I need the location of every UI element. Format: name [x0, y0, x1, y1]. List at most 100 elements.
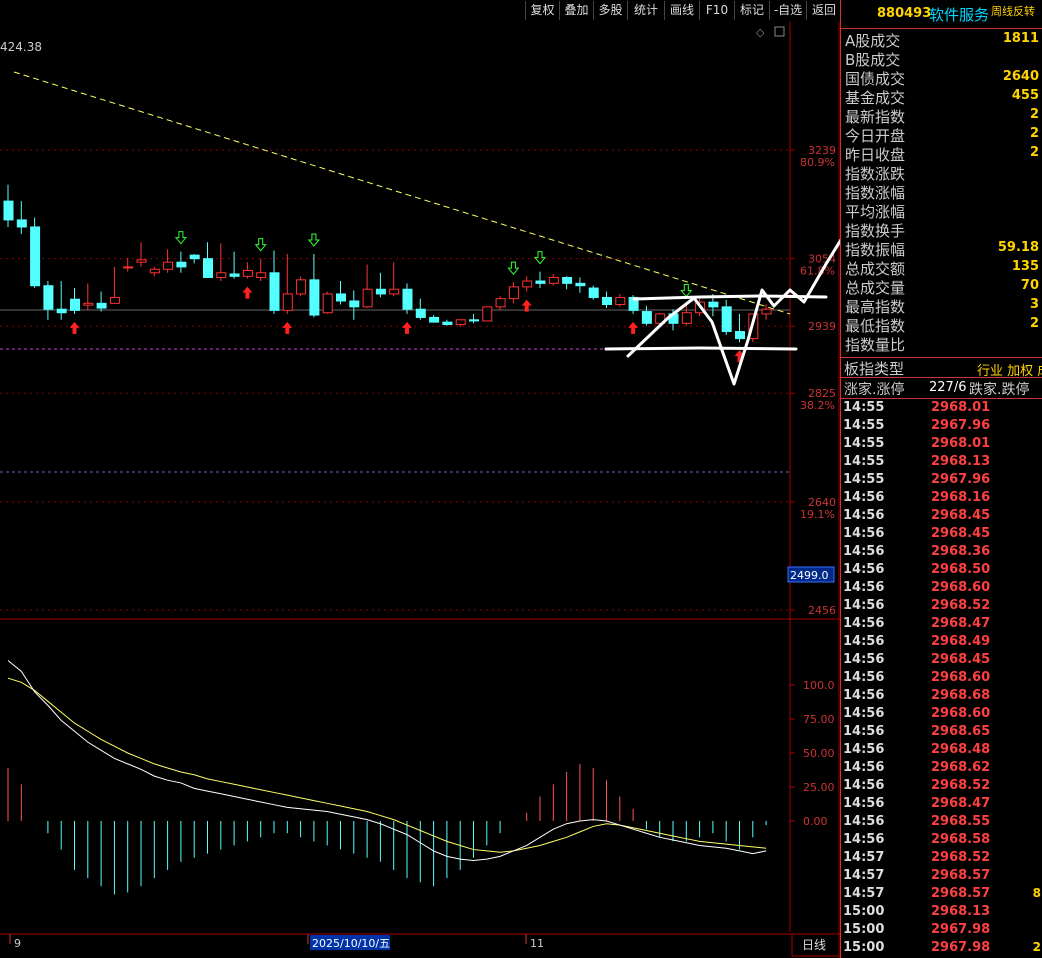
mode-label[interactable]: 周线反转	[991, 3, 1035, 19]
back-button[interactable]: 返回	[806, 1, 841, 20]
candle-body	[641, 311, 652, 324]
candle-body	[136, 259, 147, 263]
candle-body	[721, 306, 732, 333]
security-name: 软件服务	[929, 6, 990, 24]
up-arrow-icon	[628, 321, 639, 334]
tick-time: 14:56	[843, 490, 885, 505]
tick-time: 14:57	[843, 886, 885, 901]
tick-row: 14:56 2968.60	[841, 670, 1042, 688]
tick-time: 14:56	[843, 544, 885, 559]
multi-stock-button[interactable]: 多股	[593, 1, 627, 20]
candle-body	[176, 261, 187, 268]
tick-time: 14:56	[843, 706, 885, 721]
tick-price: 2968.57	[931, 886, 991, 901]
macd-label: 100.0	[803, 679, 835, 692]
trend-line	[13, 71, 791, 315]
tick-price: 2968.45	[931, 508, 991, 523]
tick-extra: 2	[1032, 940, 1041, 954]
overlay-button[interactable]: 叠加	[559, 1, 593, 20]
stat-row: 最低指数 2	[843, 315, 1041, 335]
tick-price: 2968.52	[931, 850, 991, 865]
pct-label: 80.9%	[800, 156, 835, 169]
mark-button[interactable]: 标记	[734, 1, 769, 20]
macd-axis: 100.0 75.00 50.00 25.00 0.00	[790, 679, 835, 828]
candle-body	[681, 312, 692, 324]
candle-body	[109, 296, 120, 304]
candle-body	[349, 300, 360, 308]
board-type-row: 板指类型 行业 加权 成	[841, 357, 1042, 379]
stat-label: 指数换手	[845, 222, 906, 240]
tick-row: 14:57 2968.52	[841, 850, 1042, 868]
tick-price: 2968.60	[931, 706, 991, 721]
window-icon[interactable]	[774, 26, 785, 37]
tick-time: 14:56	[843, 742, 885, 757]
period-button[interactable]: 日线	[802, 938, 826, 952]
draw-line-button[interactable]: 画线	[664, 1, 699, 20]
statistics-button[interactable]: 统计	[627, 1, 664, 20]
tick-time: 15:00	[843, 922, 885, 937]
stat-label: 指数涨跌	[845, 165, 906, 183]
updown-value: 227/6	[929, 380, 967, 395]
date-axis: 9 2025/10/10/五 11	[9, 934, 544, 950]
security-header: 880493 软件服务 周线反转	[841, 0, 1042, 29]
tick-price: 2967.98	[931, 922, 991, 937]
candle-body	[30, 226, 41, 287]
tick-price: 2968.60	[931, 580, 991, 595]
candle-body	[508, 286, 519, 300]
tick-time: 14:57	[843, 850, 885, 865]
candle-body	[708, 301, 719, 308]
tick-row: 15:00 2968.13	[841, 904, 1042, 922]
tick-time: 14:56	[843, 670, 885, 685]
macd-label: 50.00	[803, 747, 835, 760]
macd-dif-line	[7, 660, 767, 861]
stat-row: 总成交额 135	[843, 258, 1041, 278]
tick-price: 2968.13	[931, 454, 991, 469]
candle-body	[16, 219, 27, 228]
tick-time: 14:55	[843, 454, 885, 469]
up-arrow-icon	[282, 321, 293, 334]
price-axis: 323980.9%305461.8%2939282538.2%264019.1%…	[790, 144, 836, 617]
tick-row: 14:56 2968.47	[841, 796, 1042, 814]
pct-label: 19.1%	[800, 508, 835, 521]
tick-price: 2968.62	[931, 760, 991, 775]
candle-body	[256, 272, 267, 278]
updown-row: 涨家.涨停 227/6 跌家.跌停	[841, 377, 1042, 399]
down-arrow-icon	[307, 233, 320, 247]
security-code: 880493	[877, 6, 932, 21]
stat-value: 59.18	[997, 240, 1039, 255]
tick-time: 14:55	[843, 472, 885, 487]
stat-row: 指数涨幅	[843, 182, 1041, 202]
pct-label: 38.2%	[800, 399, 835, 412]
tick-row: 14:55 2968.01	[841, 436, 1042, 454]
stat-label: 总成交量	[845, 279, 906, 297]
tick-price: 2968.49	[931, 634, 991, 649]
diamond-icon[interactable]: ◇	[756, 26, 765, 39]
candle-body	[602, 296, 612, 306]
tick-price: 2968.01	[931, 400, 991, 415]
down-arrow-icon	[680, 284, 693, 298]
tick-row: 14:55 2967.96	[841, 418, 1042, 436]
restore-rights-button[interactable]: 复权	[525, 1, 559, 20]
tick-row: 14:56 2968.50	[841, 562, 1042, 580]
stat-row: 指数量比	[843, 334, 1041, 354]
stat-row: 国债成交 2640	[843, 68, 1041, 88]
tick-row: 14:56 2968.47	[841, 616, 1042, 634]
candle-body	[495, 298, 506, 308]
tick-price: 2968.52	[931, 778, 991, 793]
f10-button[interactable]: F10	[699, 1, 734, 20]
tick-price: 2968.60	[931, 670, 991, 685]
remove-watchlist-button[interactable]: -自选	[769, 1, 806, 20]
tick-row: 15:00 2967.98 2	[841, 940, 1042, 958]
tick-price: 2968.47	[931, 796, 991, 811]
price-chart[interactable]: 323980.9%305461.8%2939282538.2%264019.1%…	[0, 22, 840, 958]
up-arrow-icon	[402, 321, 412, 334]
tick-price: 2968.45	[931, 526, 991, 541]
stat-label: B股成交	[845, 51, 901, 69]
tick-row: 14:56 2968.49	[841, 634, 1042, 652]
tick-price: 2967.96	[931, 418, 991, 433]
tick-row: 14:56 2968.45	[841, 508, 1042, 526]
candle-body	[442, 321, 453, 325]
tick-price: 2968.47	[931, 616, 991, 631]
tick-price: 2968.57	[931, 868, 991, 883]
tick-extra: 8	[1032, 886, 1041, 900]
